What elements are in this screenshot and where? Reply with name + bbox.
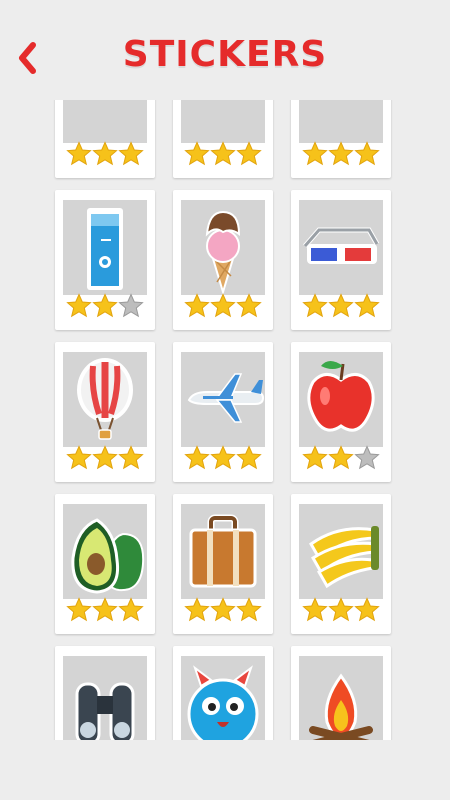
star-filled-icon <box>184 293 210 318</box>
avocado-icon <box>63 504 147 599</box>
star-rating <box>291 594 391 626</box>
star-filled-icon <box>302 445 328 470</box>
sticker-card-campfire[interactable] <box>291 646 391 740</box>
sticker-card-ice-cream[interactable] <box>173 190 273 330</box>
star-rating <box>55 442 155 474</box>
campfire-icon <box>299 656 383 740</box>
sticker-card-blue-monster[interactable] <box>173 646 273 740</box>
star-filled-icon <box>66 293 92 318</box>
star-rating <box>55 594 155 626</box>
star-filled-icon <box>92 293 118 318</box>
hot-air-balloon-icon <box>63 352 147 447</box>
star-rating <box>173 594 273 626</box>
star-filled-icon <box>184 445 210 470</box>
star-rating <box>173 290 273 322</box>
star-filled-icon <box>118 141 144 166</box>
milk-carton-icon <box>63 200 147 295</box>
sticker-card-bananas[interactable] <box>291 494 391 634</box>
sticker-card-avocado[interactable] <box>55 494 155 634</box>
star-filled-icon <box>210 445 236 470</box>
sticker-card-3d-glasses[interactable] <box>291 190 391 330</box>
star-filled-icon <box>354 293 380 318</box>
star-rating <box>291 290 391 322</box>
star-filled-icon <box>66 445 92 470</box>
sticker-card-hot-air-balloon[interactable] <box>55 342 155 482</box>
star-filled-icon <box>236 445 262 470</box>
carrot-small-icon <box>299 100 383 143</box>
bananas-icon <box>299 504 383 599</box>
star-filled-icon <box>210 141 236 166</box>
sticker-list[interactable] <box>0 100 450 740</box>
carrot-icon <box>181 100 265 143</box>
star-filled-icon <box>210 597 236 622</box>
apple-icon <box>299 352 383 447</box>
page-title: STICKERS <box>122 34 328 75</box>
star-filled-icon <box>66 597 92 622</box>
star-filled-icon <box>236 597 262 622</box>
sticker-card-milk-carton[interactable] <box>55 190 155 330</box>
ice-cream-icon <box>181 200 265 295</box>
suitcase-icon <box>181 504 265 599</box>
star-rating <box>291 138 391 170</box>
binoculars-icon <box>63 656 147 740</box>
star-rating <box>173 442 273 474</box>
star-filled-icon <box>92 445 118 470</box>
sticker-card-apple[interactable] <box>291 342 391 482</box>
sticker-card-airplane[interactable] <box>173 342 273 482</box>
sticker-card-carrot-small[interactable] <box>291 100 391 178</box>
header: STICKERS <box>0 0 450 100</box>
star-filled-icon <box>354 141 380 166</box>
star-filled-icon <box>328 141 354 166</box>
star-filled-icon <box>328 597 354 622</box>
star-filled-icon <box>184 597 210 622</box>
star-filled-icon <box>210 293 236 318</box>
blue-monster-icon <box>181 656 265 740</box>
star-empty-icon <box>354 445 380 470</box>
star-rating <box>55 290 155 322</box>
sticker-card-watermelon[interactable] <box>55 100 155 178</box>
sticker-card-suitcase[interactable] <box>173 494 273 634</box>
sticker-card-binoculars[interactable] <box>55 646 155 740</box>
star-filled-icon <box>302 293 328 318</box>
star-filled-icon <box>184 141 210 166</box>
airplane-icon <box>181 352 265 447</box>
star-filled-icon <box>328 445 354 470</box>
star-filled-icon <box>92 141 118 166</box>
star-filled-icon <box>118 445 144 470</box>
star-filled-icon <box>236 293 262 318</box>
sticker-grid <box>55 100 397 740</box>
star-filled-icon <box>302 141 328 166</box>
sticker-card-carrot[interactable] <box>173 100 273 178</box>
star-filled-icon <box>354 597 380 622</box>
star-filled-icon <box>236 141 262 166</box>
star-empty-icon <box>118 293 144 318</box>
watermelon-icon <box>63 100 147 143</box>
star-rating <box>291 442 391 474</box>
star-rating <box>55 138 155 170</box>
star-filled-icon <box>92 597 118 622</box>
3d-glasses-icon <box>299 200 383 295</box>
star-filled-icon <box>302 597 328 622</box>
star-filled-icon <box>328 293 354 318</box>
star-filled-icon <box>66 141 92 166</box>
star-rating <box>173 138 273 170</box>
star-filled-icon <box>118 597 144 622</box>
